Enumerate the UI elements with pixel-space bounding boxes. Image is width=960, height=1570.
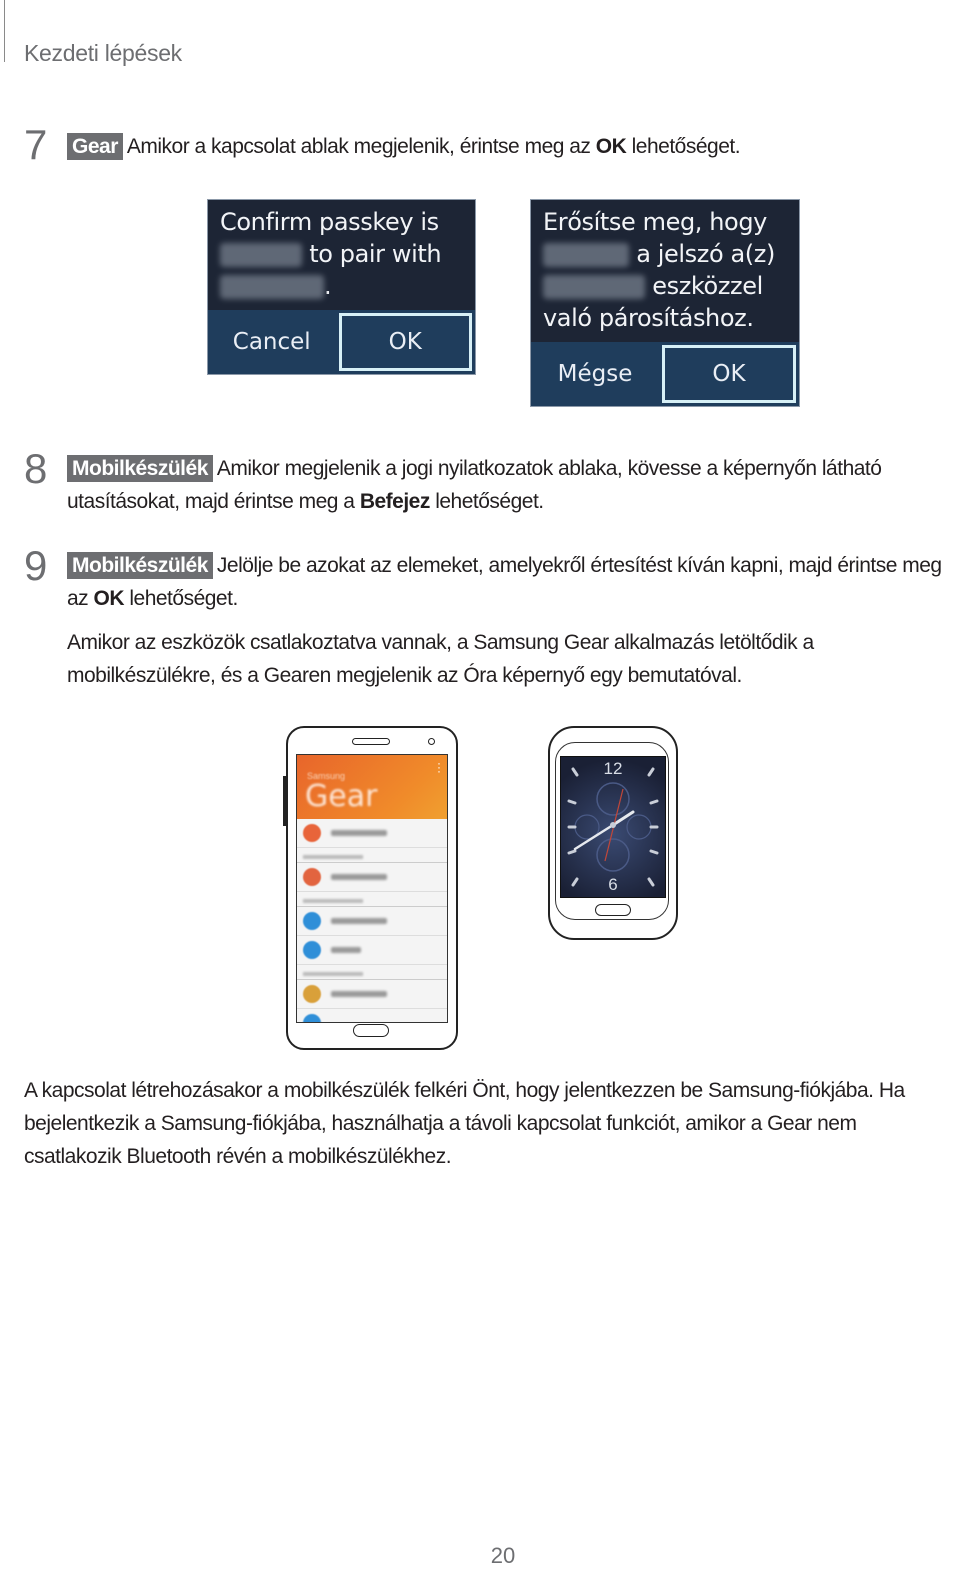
section-title: Kezdeti lépések [24,40,182,66]
dialog-buttons: Cancel OK [208,310,475,374]
cancel-button[interactable]: Mégse [531,342,659,406]
image-icon [303,941,321,959]
speaker-icon [352,738,390,745]
step-text: Mobilkészülék Jelölje be azokat az elemek… [67,552,942,610]
blurred-passkey [543,243,629,267]
section-header [297,892,447,907]
passkey-dialog-hungarian: Erősítse meg, hogy a jelszó a(z) eszközz… [530,199,800,407]
step-number: 8 [24,445,48,492]
list-item [297,936,447,965]
list-item [297,907,447,936]
cancel-button[interactable]: Cancel [208,310,336,374]
list-item [297,863,447,892]
home-key [353,1024,389,1037]
step-number: 7 [24,121,48,168]
section-header [297,848,447,863]
clock-hands-icon [567,767,659,887]
device-badge: Mobilkészülék [67,455,213,482]
blurred-device-name [220,275,324,299]
home-icon [303,868,321,886]
account-note: A kapcsolat létrehozásakor a mobilkészül… [24,1079,905,1168]
list-item [297,819,447,848]
app-header: Samsung Gear · · · [297,755,447,819]
step-text: Gear Amikor a kapcsolat ablak megjelenik,… [67,130,956,163]
more-options-icon: · · · [437,756,441,778]
camera-icon [428,738,435,745]
watch-illustration: 12 6 [548,726,678,940]
dialog-message: Confirm passkey is to pair with . [220,208,442,300]
margin-rule [4,0,5,62]
dialog-message: Erősítse meg, hogy a jelszó a(z) eszközz… [543,208,775,332]
gear-app-screen: Samsung Gear · · · [296,754,448,1023]
page-number: 20 [490,1543,516,1568]
blurred-device-name [543,275,645,299]
phone-illustration: Samsung Gear · · · [283,726,458,1050]
step-number: 9 [24,542,48,589]
section-header [297,965,447,980]
passkey-dialog-english: Confirm passkey is to pair with . Cancel… [207,199,476,375]
side-key [283,776,286,826]
notifications-icon [303,985,321,1003]
ok-button[interactable]: OK [662,345,796,403]
home-button [595,904,631,916]
clock-face: 12 6 [560,756,666,898]
device-badge: Gear [67,133,123,160]
list-item [297,1009,447,1022]
device-badge: Mobilkészülék [67,552,213,579]
list-item [297,980,447,1009]
watch-icon [303,824,321,842]
blurred-passkey [220,243,302,267]
step-text: Mobilkészülék Amikor megjelenik a jogi ny… [67,455,882,513]
music-icon [303,912,321,930]
dialog-buttons: Mégse OK [531,342,799,406]
step-9-note: Amikor az eszközök csatlakoztatva vannak… [67,631,814,687]
ok-button[interactable]: OK [338,313,472,371]
